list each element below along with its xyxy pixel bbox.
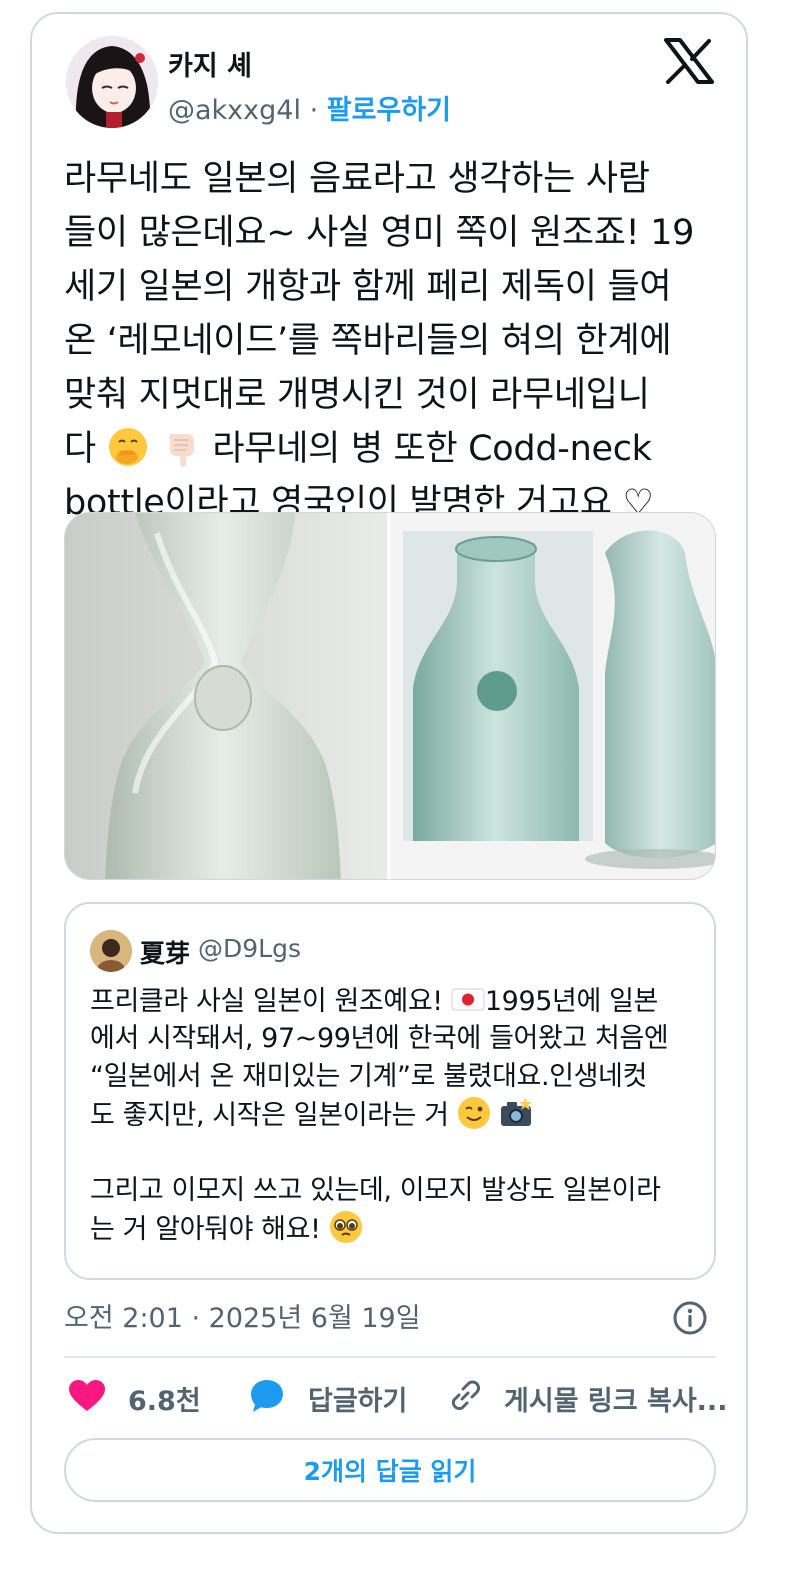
info-icon[interactable]: [672, 1300, 708, 1336]
pleading-face-emoji-icon: [329, 1210, 363, 1244]
quote-line-fragment: 도 좋지만, 시작은 일본이라는 거: [90, 1100, 449, 1131]
tweet-line: 들이 많은데요~ 사실 영미 쪽이 원조죠! 19: [64, 213, 695, 253]
author-meta: @akxxg4l · 팔로우하기: [168, 88, 451, 127]
tweet-line: 맞춰 지멋대로 개명시킨 것이 라무네입니: [64, 375, 650, 415]
tweet-text: 라무네도 일본의 음료라고 생각하는 사람 들이 많은데요~ 사실 영미 쪽이 …: [64, 152, 724, 530]
tweet-line: 라무네도 일본의 음료라고 생각하는 사람: [64, 159, 650, 199]
quote-text: 프리클라 사실 일본이 원조예요! 1995년에 일본 에서 시작돼서, 97~…: [90, 982, 700, 1248]
like-count: 6.8천: [128, 1385, 201, 1417]
quote-paragraph-gap: [90, 1134, 700, 1172]
tweet-line-fragment: 라무네의 병 또한 Codd-neck: [212, 429, 652, 469]
quote-author-name[interactable]: 夏芽: [140, 934, 190, 970]
hand-over-mouth-emoji-icon: [107, 426, 149, 468]
tweet-line: 세기 일본의 개항과 함께 페리 제독이 들여: [64, 267, 672, 307]
heart-icon: [68, 1379, 106, 1417]
x-logo-icon[interactable]: [664, 38, 714, 84]
quote-author-handle[interactable]: @D9Lgs: [198, 934, 301, 963]
author-handle[interactable]: @akxxg4l: [168, 95, 301, 126]
tweet-media[interactable]: [64, 512, 716, 880]
codd-neck-bottles-image: [391, 513, 715, 879]
tweet-line: 온 ‘레모네이드’를 쪽바리들의 혀의 한계에: [64, 321, 672, 361]
link-icon: [446, 1377, 484, 1419]
divider: [64, 1356, 716, 1358]
read-replies-button[interactable]: 2개의 답글 읽기: [64, 1438, 716, 1502]
follow-link[interactable]: 팔로우하기: [327, 95, 451, 126]
quote-line: “일본에서 온 재미있는 기계”로 불렸대요.인생네컷: [90, 1061, 647, 1092]
japan-flag-emoji-icon: [451, 982, 485, 1016]
quote-line-fragment: 프리클라 사실 일본이 원조예요!: [90, 986, 443, 1017]
author-avatar[interactable]: [66, 36, 158, 128]
quote-line: 프리클라 사실 일본이 원조예요! 1995년에 일본: [90, 982, 700, 1020]
copy-link-label: 게시물 링크 복사...: [504, 1385, 728, 1417]
meta-separator: ·: [309, 95, 319, 126]
reply-button[interactable]: 답글하기: [248, 1378, 407, 1418]
like-button[interactable]: 6.8천: [68, 1378, 201, 1418]
reply-label: 답글하기: [308, 1385, 408, 1417]
winking-face-emoji-icon: [457, 1096, 491, 1130]
post-timestamp[interactable]: 오전 2:01 · 2025년 6월 19일: [64, 1296, 421, 1335]
backhand-index-pointing-down-emoji-icon: [160, 426, 202, 468]
quote-line: 에서 시작돼서, 97~99년에 한국에 들어왔고 처음엔: [90, 1023, 669, 1054]
quote-line: 그리고 이모지 쓰고 있는데, 이모지 발상도 일본이라: [90, 1175, 661, 1206]
camera-with-flash-emoji-icon: [499, 1096, 533, 1130]
reply-bubble-icon: [248, 1377, 286, 1419]
quote-tweet[interactable]: 夏芽 @D9Lgs 프리클라 사실 일본이 원조예요! 1995년에 일본 에서…: [64, 902, 716, 1280]
copy-link-button[interactable]: 게시물 링크 복사...: [446, 1378, 727, 1418]
quote-line-fragment: 는 거 알아둬야 해요!: [90, 1214, 321, 1245]
quote-author-avatar[interactable]: [90, 930, 132, 972]
quote-line: 도 좋지만, 시작은 일본이라는 거: [90, 1096, 700, 1134]
quote-line-fragment: 1995년에 일본: [484, 986, 658, 1017]
codd-neck-bottle-closeup-image: [65, 513, 387, 879]
tweet-line-with-emoji: 다 라무네의 병 또한 Codd-neck: [64, 422, 724, 476]
tweet-line-fragment: 다: [64, 429, 96, 469]
quote-line: 는 거 알아둬야 해요!: [90, 1210, 700, 1248]
author-name[interactable]: 카지 셰: [168, 44, 252, 83]
